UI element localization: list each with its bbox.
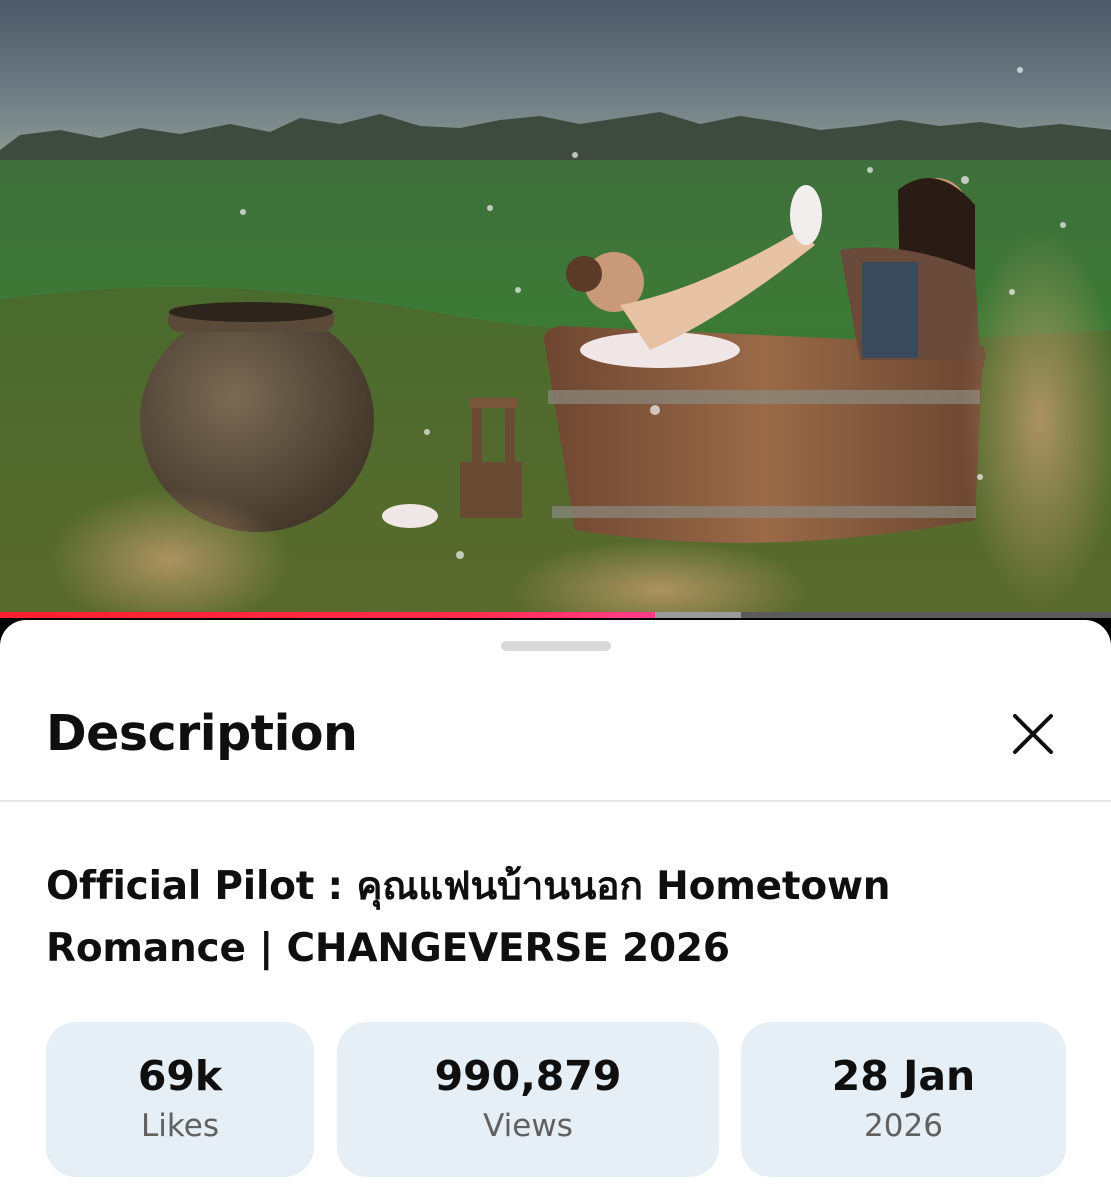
description-sheet: Description Official Pilot : คุณแฟนบ้านน… — [0, 620, 1111, 1200]
divider — [0, 800, 1111, 802]
publish-year: 2026 — [864, 1108, 943, 1144]
video-progress-bar[interactable] — [0, 612, 1111, 618]
sheet-title: Description — [46, 705, 358, 762]
views-count: 990,879 — [434, 1052, 622, 1100]
views-stat: 990,879 Views — [337, 1022, 719, 1177]
close-button[interactable] — [1001, 702, 1065, 766]
progress-played — [0, 612, 656, 618]
likes-label: Likes — [141, 1108, 219, 1144]
video-title: Official Pilot : คุณแฟนบ้านนอก Hometown … — [46, 864, 891, 971]
video-player[interactable] — [0, 0, 1111, 614]
likes-stat: 69k Likes — [46, 1022, 314, 1177]
video-frame — [0, 0, 1111, 614]
views-label: Views — [483, 1108, 573, 1144]
app-screen: Description Official Pilot : คุณแฟนบ้านน… — [0, 0, 1111, 1200]
close-icon — [1013, 714, 1053, 754]
drag-handle[interactable] — [501, 641, 611, 651]
likes-count: 69k — [137, 1052, 223, 1100]
date-stat: 28 Jan 2026 — [741, 1022, 1066, 1177]
publish-date: 28 Jan — [831, 1052, 976, 1100]
